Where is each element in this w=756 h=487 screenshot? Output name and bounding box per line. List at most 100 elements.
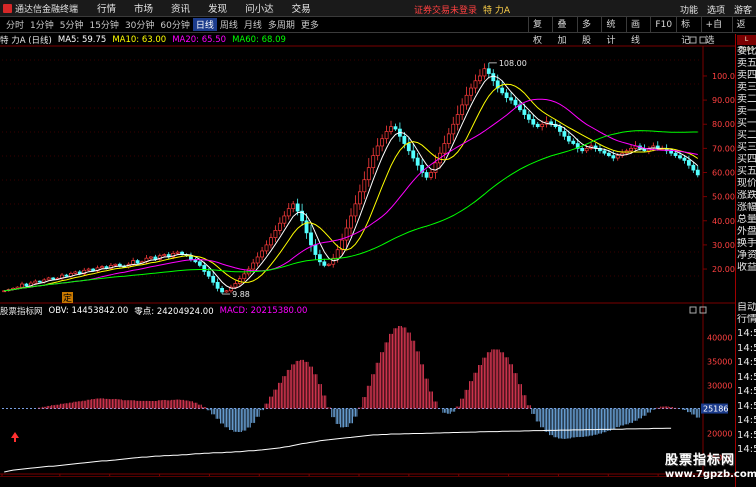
candle bbox=[504, 89, 509, 103]
tick-time: 14:50 bbox=[737, 400, 756, 412]
candle bbox=[220, 285, 224, 295]
low-label: 9.88 bbox=[232, 290, 250, 299]
quote-field-label: 外盘 bbox=[737, 226, 756, 237]
candle bbox=[393, 123, 398, 131]
candle bbox=[509, 92, 513, 104]
candle bbox=[37, 280, 42, 283]
quote-field-label: 买一 bbox=[737, 118, 756, 129]
level-badge: L 0000 bbox=[737, 35, 756, 53]
candle bbox=[82, 267, 87, 276]
candle bbox=[491, 69, 496, 86]
candle bbox=[286, 203, 291, 220]
candle bbox=[260, 247, 264, 261]
indicator-name[interactable]: 股票指标网 bbox=[0, 305, 43, 317]
tick-time: 14:50 bbox=[737, 371, 756, 383]
candle bbox=[389, 120, 393, 135]
candle bbox=[309, 224, 313, 252]
ding-badge: 定 bbox=[63, 292, 72, 304]
candle bbox=[193, 257, 198, 264]
price-tick: 80.00 bbox=[712, 120, 735, 129]
stock-chart[interactable]: 100.0 90.00 80.00 70.00 60.00 50.00 40.00 30.00… bbox=[0, 0, 735, 487]
candle bbox=[482, 63, 487, 80]
watermark-url: www.7gpzb.com bbox=[665, 469, 756, 480]
annotations: 108.00 9.88 定 bbox=[11, 59, 527, 442]
candle bbox=[357, 184, 362, 210]
quote-field-label: 卖二 bbox=[737, 94, 756, 105]
candle bbox=[526, 110, 531, 124]
candle bbox=[695, 166, 700, 178]
high-label: 108.00 bbox=[499, 59, 527, 68]
candle bbox=[166, 252, 171, 259]
candle bbox=[180, 250, 184, 256]
candle bbox=[460, 98, 465, 121]
candle bbox=[162, 253, 167, 257]
auto-quote-label[interactable]: 自动 bbox=[737, 302, 756, 314]
candle bbox=[549, 118, 553, 127]
candle bbox=[349, 208, 353, 235]
price-tick: 30.00 bbox=[712, 241, 735, 250]
quote-field-label: 总量 bbox=[737, 214, 756, 225]
candle bbox=[149, 256, 153, 260]
menu-user[interactable]: 游客 bbox=[734, 3, 752, 16]
quote-field-label: 收益 bbox=[737, 262, 756, 273]
tick-time: 14:50 bbox=[737, 357, 756, 368]
candle bbox=[255, 252, 260, 267]
auto-quote-label[interactable]: 行情 bbox=[737, 314, 756, 326]
watermark-title: 股票指标网 bbox=[665, 453, 736, 468]
ma10-line bbox=[4, 83, 699, 292]
obv-value: OBV: 14453842.00 bbox=[48, 306, 129, 316]
candle bbox=[433, 154, 438, 179]
candle bbox=[371, 147, 376, 175]
price-tick: 90.00 bbox=[712, 96, 735, 105]
indicator-tick: 20000 bbox=[707, 430, 732, 439]
candle bbox=[406, 137, 411, 155]
candle bbox=[277, 217, 282, 235]
candle bbox=[109, 263, 113, 270]
quote-field-label: 买三 bbox=[737, 142, 756, 153]
candle bbox=[60, 273, 64, 281]
price-tick: 100.0 bbox=[712, 72, 735, 81]
candle bbox=[384, 125, 389, 144]
candle bbox=[340, 233, 345, 255]
tick-time: 14:50 bbox=[737, 386, 756, 397]
candle bbox=[366, 158, 371, 187]
candle bbox=[593, 143, 598, 152]
candle bbox=[322, 258, 327, 268]
candle bbox=[664, 144, 669, 155]
candle bbox=[157, 253, 162, 262]
ma20-line bbox=[4, 98, 698, 292]
current-level-label: 25186 bbox=[703, 405, 728, 414]
candle bbox=[73, 270, 78, 275]
tick-time: 14:50 bbox=[737, 342, 756, 354]
candle bbox=[375, 138, 380, 161]
quote-field-label: 涨幅 bbox=[737, 202, 756, 213]
indicator-tick: 30000 bbox=[707, 381, 732, 390]
quote-field-label: 涨跌 bbox=[737, 190, 756, 201]
candle bbox=[486, 62, 491, 79]
quote-field-label: 委比 bbox=[737, 46, 756, 57]
watermark: 股票指标网 www.7gpzb.com bbox=[665, 449, 756, 480]
candle bbox=[33, 279, 38, 285]
quote-field-label: 净资 bbox=[737, 250, 756, 261]
candle bbox=[117, 262, 122, 268]
candle bbox=[420, 159, 425, 178]
zero-value: 零点: 24204924.00 bbox=[134, 307, 214, 317]
candle bbox=[211, 272, 216, 286]
candle bbox=[282, 211, 287, 228]
indicator-tick: 35000 bbox=[707, 357, 732, 366]
price-tick: 40.00 bbox=[712, 217, 735, 226]
candle bbox=[215, 278, 220, 292]
candle bbox=[313, 239, 318, 260]
candle bbox=[429, 168, 433, 180]
tool-fanhui[interactable]: 返回 bbox=[731, 17, 756, 46]
tick-time: 14:50 bbox=[737, 328, 756, 339]
candle bbox=[544, 116, 549, 128]
quote-field-label: 卖三 bbox=[737, 82, 756, 93]
price-tick: 20.00 bbox=[712, 265, 735, 274]
price-tick: 60.00 bbox=[712, 169, 735, 178]
quote-side-panel: L 0000 委比 卖五 卖四 卖三 卖二 卖一 买一 买二 买三 买四 买五 现价 涨跌 涨幅 总量 外盘换… bbox=[735, 34, 756, 487]
candle bbox=[100, 265, 104, 269]
price-tick: 50.00 bbox=[712, 193, 735, 202]
candle bbox=[344, 219, 349, 248]
macd-value: MACD: 20215380.00 bbox=[219, 306, 308, 316]
